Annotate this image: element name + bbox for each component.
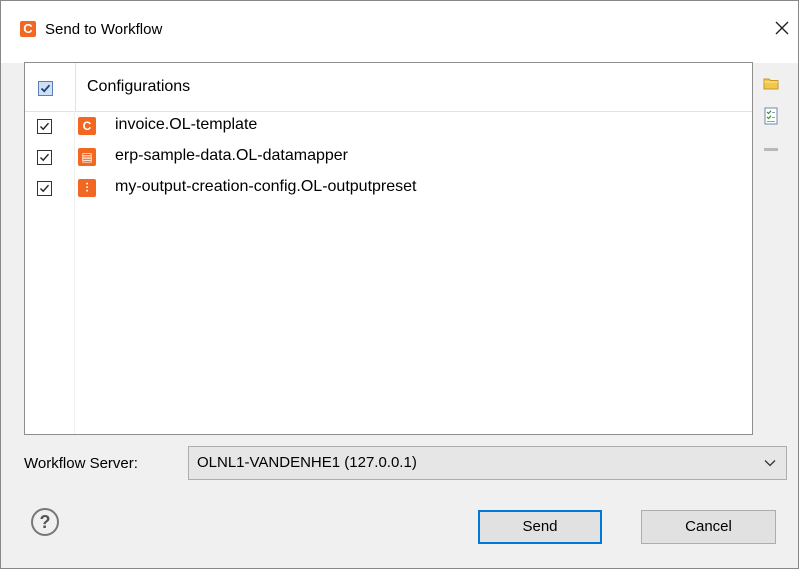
list-item[interactable]: ▤ erp-sample-data.OL-datamapper [25,143,752,173]
select-all-checkbox[interactable] [38,81,53,96]
list-item[interactable]: ⫶ my-output-creation-config.OL-outputpre… [25,174,752,204]
item-label: invoice.OL-template [115,116,258,133]
send-to-workflow-dialog: C Send to Workflow Configurations C invo… [0,0,799,569]
workflow-server-value: OLNL1-VANDENHE1 (127.0.0.1) [197,454,417,471]
item-checkbox[interactable] [37,150,52,165]
checklist-button[interactable] [763,107,779,125]
title-bar: C Send to Workflow [1,1,798,63]
list-header: Configurations [25,63,752,112]
checklist-icon [764,107,778,125]
checkmark-icon [40,84,51,93]
item-checkbox[interactable] [37,181,52,196]
configurations-list[interactable]: Configurations C invoice.OL-template ▤ e… [24,62,753,435]
open-folder-button[interactable] [763,75,779,91]
item-label: my-output-creation-config.OL-outputprese… [115,178,417,195]
outputpreset-icon: ⫶ [78,179,96,197]
workflow-server-select[interactable]: OLNL1-VANDENHE1 (127.0.0.1) [188,446,787,480]
cancel-button[interactable]: Cancel [641,510,776,544]
checkmark-icon [40,184,50,193]
configurations-column-header[interactable]: Configurations [87,78,190,96]
remove-button[interactable] [763,141,779,157]
item-label: erp-sample-data.OL-datamapper [115,147,349,164]
datamapper-icon: ▤ [78,148,96,166]
remove-icon [764,148,778,151]
connect-app-icon: C [20,21,36,37]
window-title: Send to Workflow [45,21,163,38]
chevron-down-icon [764,460,776,467]
help-button[interactable]: ? [31,508,59,536]
workflow-server-label: Workflow Server: [24,455,138,472]
close-button[interactable] [766,13,798,43]
open-folder-icon [763,78,779,90]
checkmark-icon [40,122,50,131]
header-check-cell [25,63,76,111]
checkmark-icon [40,153,50,162]
list-item[interactable]: C invoice.OL-template [25,112,752,142]
send-button[interactable]: Send [478,510,602,544]
template-icon: C [78,117,96,135]
help-icon: ? [39,512,51,532]
item-checkbox[interactable] [37,119,52,134]
close-icon [775,21,789,35]
